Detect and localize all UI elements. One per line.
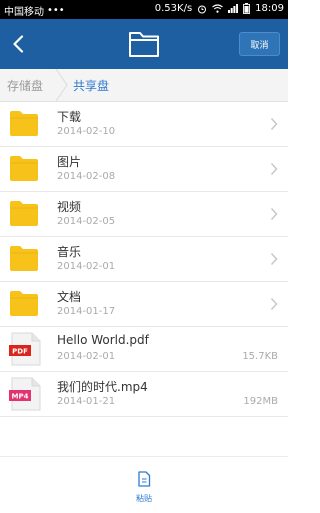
wifi-icon: [212, 4, 224, 13]
folder-row[interactable]: 图片 2014-02-08: [0, 147, 288, 192]
title-bar: 取消: [0, 19, 288, 69]
item-date: 2014-02-08: [57, 171, 116, 182]
item-name: 图片: [57, 155, 82, 169]
folder-icon: [129, 32, 159, 57]
item-name: Hello World.pdf: [57, 333, 149, 347]
item-date: 2014-02-01: [57, 351, 116, 362]
item-name: 文档: [57, 290, 82, 304]
folder-row[interactable]: 下载 2014-02-10: [0, 102, 288, 147]
item-name: 我们的时代.mp4: [57, 380, 148, 394]
paste-button[interactable]: 粘贴: [124, 471, 164, 507]
alarm-icon: [198, 5, 207, 13]
video-file-icon: MP4: [9, 377, 41, 411]
folder-icon: [10, 111, 38, 136]
bottom-action-bar: 粘贴: [0, 456, 288, 513]
signal-icon: [228, 4, 239, 13]
folder-icon: [10, 156, 38, 181]
back-button[interactable]: [6, 31, 30, 57]
chevron-right-icon: [270, 162, 278, 176]
file-badge: PDF: [12, 348, 28, 356]
file-size: 192MB: [243, 396, 278, 407]
chevron-right-icon: [270, 117, 278, 131]
status-bar: 中国移动 ••• 0.53K/s 18:09: [0, 0, 288, 19]
breadcrumb: 存储盘 共享盘: [0, 69, 288, 102]
folder-icon: [10, 201, 38, 226]
item-date: 2014-01-21: [57, 396, 116, 407]
pdf-file-icon: PDF: [9, 332, 41, 366]
file-row[interactable]: MP4 我们的时代.mp4 2014-01-21 192MB: [0, 372, 288, 417]
network-speed: 0.53K/s: [154, 3, 193, 14]
folder-icon: [10, 291, 38, 316]
item-date: 2014-02-05: [57, 216, 116, 227]
file-badge: MP4: [12, 393, 29, 401]
cancel-button[interactable]: 取消: [239, 32, 280, 56]
chevron-right-icon: [270, 252, 278, 266]
item-name: 下载: [57, 110, 82, 124]
item-date: 2014-01-17: [57, 306, 116, 317]
carrier-label: 中国移动: [4, 7, 44, 18]
folder-row[interactable]: 文档 2014-01-17: [0, 282, 288, 327]
battery-icon: [243, 3, 251, 14]
item-date: 2014-02-10: [57, 126, 116, 137]
paste-icon: [138, 471, 151, 487]
item-name: 视频: [57, 200, 82, 214]
folder-row[interactable]: 视频 2014-02-05: [0, 192, 288, 237]
breadcrumb-root[interactable]: 存储盘: [7, 77, 43, 94]
back-arrow-icon: [13, 35, 24, 53]
clock: 18:09: [255, 3, 284, 14]
chevron-right-icon: [270, 297, 278, 311]
notification-dots: •••: [47, 5, 65, 16]
breadcrumb-separator-icon: [55, 69, 68, 101]
file-list: 下载 2014-02-10 图片 2014-02-08 视频 2014-02-0…: [0, 102, 288, 417]
item-date: 2014-02-01: [57, 261, 116, 272]
folder-row[interactable]: 音乐 2014-02-01: [0, 237, 288, 282]
item-name: 音乐: [57, 245, 82, 259]
file-size: 15.7KB: [242, 351, 278, 362]
paste-label: 粘贴: [136, 494, 152, 503]
breadcrumb-current: 共享盘: [73, 79, 110, 93]
folder-icon: [10, 246, 38, 271]
file-row[interactable]: PDF Hello World.pdf 2014-02-01 15.7KB: [0, 327, 288, 372]
chevron-right-icon: [270, 207, 278, 221]
